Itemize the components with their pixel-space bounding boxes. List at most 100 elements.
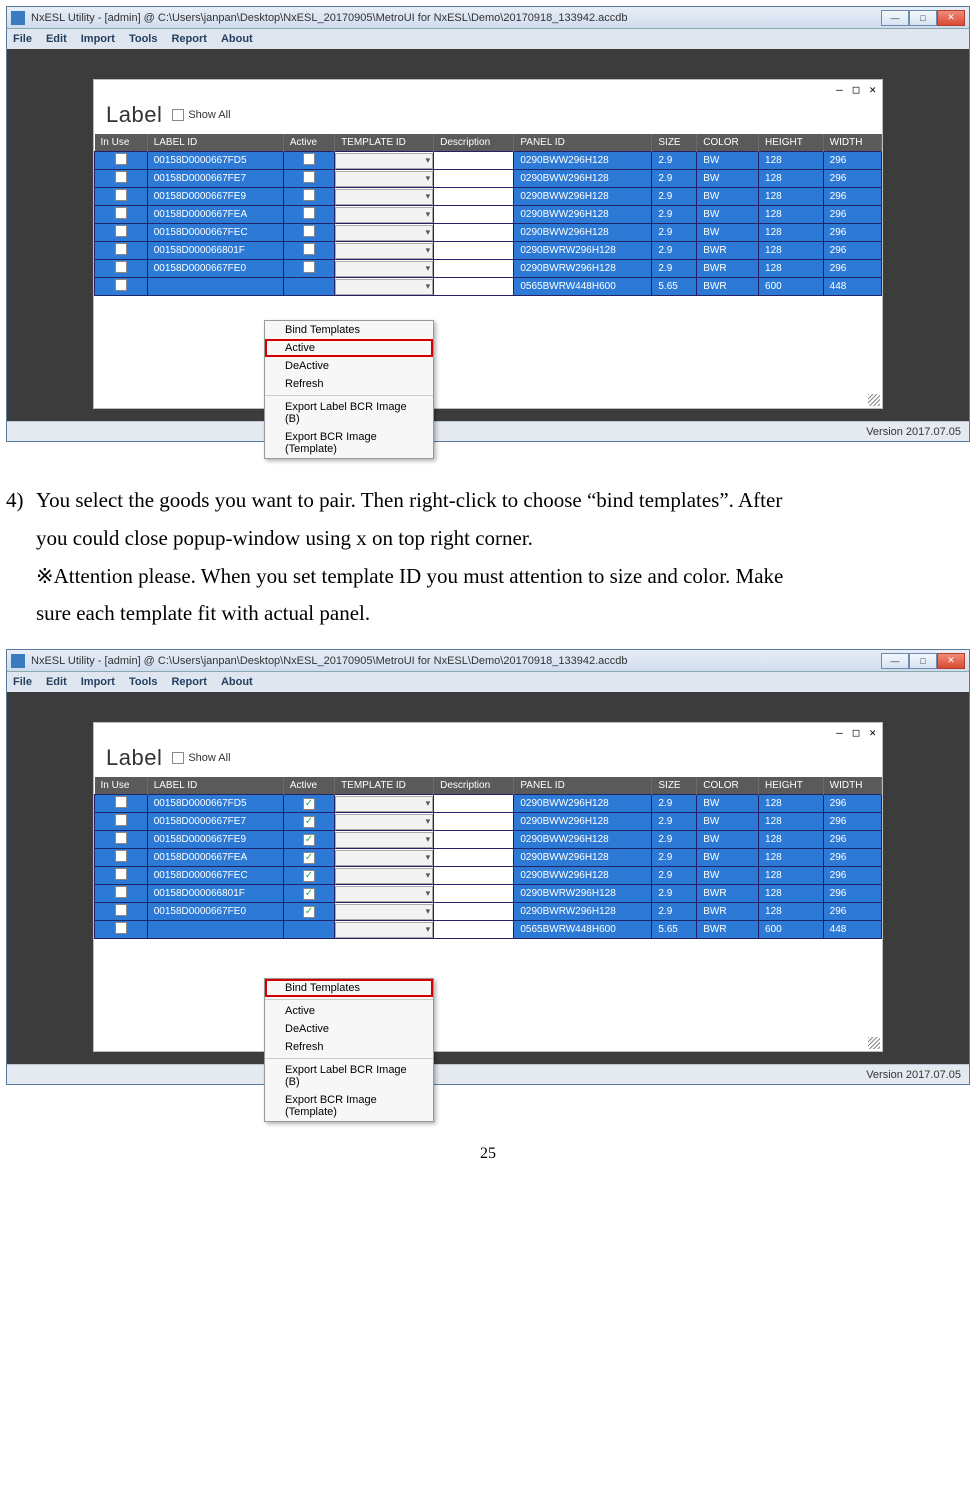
template-id-dropdown[interactable] — [335, 224, 434, 242]
inuse-cell[interactable] — [95, 188, 148, 206]
table-row[interactable]: 00158D0000667FE70290BWW296H1282.9BW12829… — [95, 813, 882, 831]
table-row[interactable]: 00158D0000667FEA0290BWW296H1282.9BW12829… — [95, 206, 882, 224]
ctx-refresh[interactable]: Refresh — [265, 375, 433, 393]
template-id-dropdown[interactable] — [335, 152, 434, 170]
menu-about[interactable]: About — [221, 676, 253, 688]
active-cell[interactable] — [283, 260, 334, 278]
ctx-refresh[interactable]: Refresh — [265, 1038, 433, 1056]
ctx-export-b[interactable]: Export Label BCR Image (B) — [265, 1061, 433, 1091]
inner-minimize-button[interactable]: — — [836, 83, 843, 96]
ctx-active[interactable]: Active — [265, 339, 433, 357]
active-cell[interactable] — [283, 831, 334, 849]
active-cell[interactable] — [283, 224, 334, 242]
ctx-active[interactable]: Active — [265, 1002, 433, 1020]
template-id-dropdown[interactable] — [335, 278, 434, 296]
active-cell[interactable] — [283, 867, 334, 885]
inuse-cell[interactable] — [95, 831, 148, 849]
ctx-deactive[interactable]: DeActive — [265, 1020, 433, 1038]
menu-file[interactable]: File — [13, 33, 32, 45]
table-row[interactable]: 00158D0000667FEC0290BWW296H1282.9BW12829… — [95, 867, 882, 885]
active-cell[interactable] — [283, 278, 334, 296]
active-cell[interactable] — [283, 206, 334, 224]
show-all-checkbox[interactable] — [172, 752, 184, 764]
ctx-deactive[interactable]: DeActive — [265, 357, 433, 375]
template-id-dropdown[interactable] — [335, 813, 434, 831]
template-id-dropdown[interactable] — [335, 921, 434, 939]
table-row[interactable]: 0565BWRW448H6005.65BWR600448 — [95, 921, 882, 939]
table-row[interactable]: 0565BWRW448H6005.65BWR600448 — [95, 278, 882, 296]
resize-grip-icon[interactable] — [868, 1037, 880, 1049]
ctx-export-template[interactable]: Export BCR Image (Template) — [265, 1091, 433, 1121]
menu-report[interactable]: Report — [171, 33, 206, 45]
table-row[interactable]: 00158D0000667FD50290BWW296H1282.9BW12829… — [95, 152, 882, 170]
inner-maximize-button[interactable]: □ — [853, 83, 860, 96]
inuse-cell[interactable] — [95, 242, 148, 260]
template-id-dropdown[interactable] — [335, 795, 434, 813]
inuse-cell[interactable] — [95, 849, 148, 867]
template-id-dropdown[interactable] — [335, 903, 434, 921]
inuse-cell[interactable] — [95, 921, 148, 939]
template-id-dropdown[interactable] — [335, 885, 434, 903]
inner-close-button[interactable]: ✕ — [869, 83, 876, 96]
template-id-dropdown[interactable] — [335, 831, 434, 849]
template-id-dropdown[interactable] — [335, 242, 434, 260]
inuse-cell[interactable] — [95, 260, 148, 278]
active-cell[interactable] — [283, 885, 334, 903]
maximize-button[interactable]: □ — [909, 10, 937, 26]
inner-maximize-button[interactable]: □ — [853, 726, 860, 739]
active-cell[interactable] — [283, 813, 334, 831]
table-row[interactable]: 00158D0000667FE90290BWW296H1282.9BW12829… — [95, 831, 882, 849]
table-row[interactable]: 00158D0000667FE00290BWRW296H1282.9BWR128… — [95, 903, 882, 921]
inuse-cell[interactable] — [95, 224, 148, 242]
maximize-button[interactable]: □ — [909, 653, 937, 669]
menu-report[interactable]: Report — [171, 676, 206, 688]
show-all-checkbox[interactable] — [172, 109, 184, 121]
menu-import[interactable]: Import — [81, 33, 115, 45]
inuse-cell[interactable] — [95, 206, 148, 224]
table-row[interactable]: 00158D0000667FE00290BWRW296H1282.9BWR128… — [95, 260, 882, 278]
ctx-bind-templates[interactable]: Bind Templates — [265, 979, 433, 997]
minimize-button[interactable]: — — [881, 10, 909, 26]
resize-grip-icon[interactable] — [868, 394, 880, 406]
menu-edit[interactable]: Edit — [46, 676, 67, 688]
minimize-button[interactable]: — — [881, 653, 909, 669]
table-row[interactable]: 00158D0000667FEA0290BWW296H1282.9BW12829… — [95, 849, 882, 867]
table-row[interactable]: 00158D000066801F0290BWRW296H1282.9BWR128… — [95, 885, 882, 903]
template-id-dropdown[interactable] — [335, 206, 434, 224]
active-cell[interactable] — [283, 188, 334, 206]
close-button[interactable]: ✕ — [937, 653, 965, 669]
inner-close-button[interactable]: ✕ — [869, 726, 876, 739]
template-id-dropdown[interactable] — [335, 849, 434, 867]
ctx-export-b[interactable]: Export Label BCR Image (B) — [265, 398, 433, 428]
inuse-cell[interactable] — [95, 813, 148, 831]
template-id-dropdown[interactable] — [335, 188, 434, 206]
table-row[interactable]: 00158D0000667FD50290BWW296H1282.9BW12829… — [95, 795, 882, 813]
menu-import[interactable]: Import — [81, 676, 115, 688]
active-cell[interactable] — [283, 795, 334, 813]
inuse-cell[interactable] — [95, 170, 148, 188]
ctx-export-template[interactable]: Export BCR Image (Template) — [265, 428, 433, 458]
active-cell[interactable] — [283, 921, 334, 939]
menu-tools[interactable]: Tools — [129, 676, 158, 688]
close-button[interactable]: ✕ — [937, 10, 965, 26]
table-row[interactable]: 00158D0000667FEC0290BWW296H1282.9BW12829… — [95, 224, 882, 242]
ctx-bind-templates[interactable]: Bind Templates — [265, 321, 433, 339]
inuse-cell[interactable] — [95, 867, 148, 885]
menu-file[interactable]: File — [13, 676, 32, 688]
menu-about[interactable]: About — [221, 33, 253, 45]
inuse-cell[interactable] — [95, 152, 148, 170]
inuse-cell[interactable] — [95, 903, 148, 921]
template-id-dropdown[interactable] — [335, 260, 434, 278]
menu-tools[interactable]: Tools — [129, 33, 158, 45]
template-id-dropdown[interactable] — [335, 170, 434, 188]
inuse-cell[interactable] — [95, 795, 148, 813]
table-row[interactable]: 00158D000066801F0290BWRW296H1282.9BWR128… — [95, 242, 882, 260]
template-id-dropdown[interactable] — [335, 867, 434, 885]
menu-edit[interactable]: Edit — [46, 33, 67, 45]
active-cell[interactable] — [283, 903, 334, 921]
inuse-cell[interactable] — [95, 885, 148, 903]
active-cell[interactable] — [283, 152, 334, 170]
active-cell[interactable] — [283, 170, 334, 188]
active-cell[interactable] — [283, 849, 334, 867]
inner-minimize-button[interactable]: — — [836, 726, 843, 739]
